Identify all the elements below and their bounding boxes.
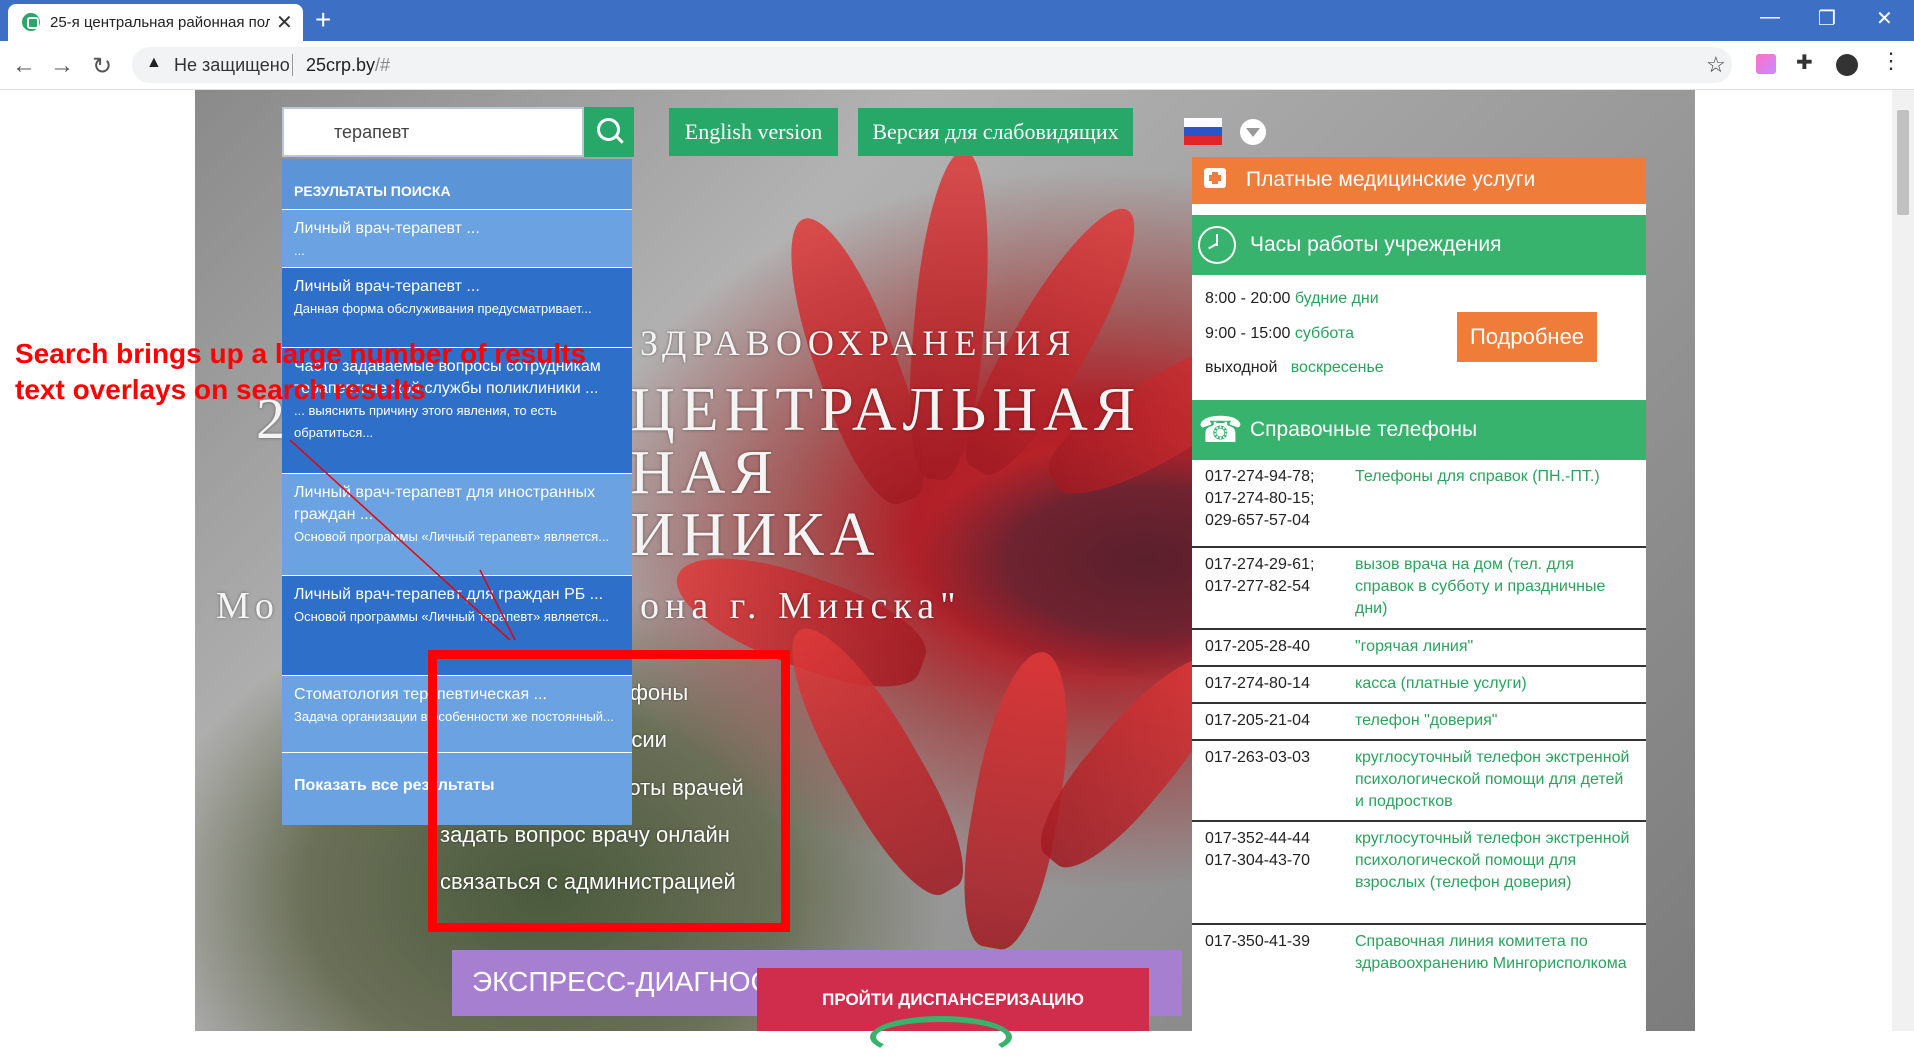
- phone-description: "горячая линия": [1355, 638, 1474, 655]
- phone-description: Справочная линия комитета по здравоохран…: [1355, 933, 1627, 972]
- phone-number[interactable]: 017-352-44-44 017-304-43-70: [1205, 828, 1310, 872]
- phone-number[interactable]: 017-350-41-39: [1205, 931, 1310, 953]
- hours-day: суббота: [1294, 325, 1354, 342]
- phone-number[interactable]: 017-274-29-61; 017-277-82-54: [1205, 554, 1314, 598]
- phone-number[interactable]: 017-274-94-78; 017-274-80-15; 029-657-57…: [1205, 466, 1314, 532]
- work-hours-header: Часы работы учреждения: [1192, 215, 1646, 275]
- work-hours-title: Часы работы учреждения: [1250, 233, 1502, 256]
- phone-row: 017-274-80-14 касса (платные услуги): [1192, 665, 1646, 702]
- phones-table: 017-274-94-78; 017-274-80-15; 029-657-57…: [1192, 460, 1646, 1031]
- paid-services-label: Платные медицинские услуги: [1246, 168, 1536, 191]
- hours-row: 8:00 - 20:00 будние дни: [1205, 290, 1379, 308]
- paid-services-link[interactable]: Платные медицинские услуги: [1192, 157, 1646, 204]
- phones-title: Справочные телефоны: [1250, 418, 1478, 441]
- more-details-button[interactable]: Подробнее: [1457, 312, 1597, 362]
- medkit-icon: [1204, 168, 1226, 188]
- phone-description: вызов врача на дом (тел. для справок в с…: [1355, 556, 1606, 617]
- hours-day: воскресенье: [1290, 359, 1384, 376]
- hours-time: 9:00 - 15:00: [1205, 325, 1291, 342]
- hours-row: выходной воскресенье: [1205, 359, 1384, 377]
- phone-number[interactable]: 017-205-21-04: [1205, 710, 1310, 732]
- phone-description: круглосуточный телефон экстренной психол…: [1355, 749, 1630, 810]
- phone-description: Телефоны для справок (ПН.-ПТ.): [1355, 468, 1600, 485]
- hours-time: выходной: [1205, 359, 1278, 376]
- phone-row: 017-263-03-03 круглосуточный телефон экс…: [1192, 739, 1646, 820]
- phone-description: касса (платные услуги): [1355, 675, 1527, 692]
- phone-row: 017-274-94-78; 017-274-80-15; 029-657-57…: [1192, 460, 1646, 546]
- hours-day: будние дни: [1294, 290, 1379, 307]
- phone-number[interactable]: 017-274-80-14: [1205, 673, 1310, 695]
- phone-row: 017-352-44-44 017-304-43-70 круглосуточн…: [1192, 820, 1646, 923]
- phone-icon: ☎: [1198, 409, 1243, 450]
- phone-row: 017-205-21-04 телефон "доверия": [1192, 702, 1646, 739]
- green-circle-decoration: [870, 1016, 1012, 1058]
- hours-row: 9:00 - 15:00 суббота: [1205, 325, 1354, 343]
- phone-row: 017-205-28-40 "горячая линия": [1192, 628, 1646, 665]
- phones-header: ☎ Справочные телефоны: [1192, 400, 1646, 460]
- phone-number[interactable]: 017-263-03-03: [1205, 747, 1310, 769]
- phone-row: 017-274-29-61; 017-277-82-54 вызов врача…: [1192, 546, 1646, 628]
- phone-description: круглосуточный телефон экстренной психол…: [1355, 830, 1630, 891]
- dispensary-label: ПРОЙТИ ДИСПАНСЕРИЗАЦИЮ: [822, 990, 1084, 1009]
- phone-row: 017-350-41-39 Справочная линия комитета …: [1192, 923, 1646, 1031]
- hours-time: 8:00 - 20:00: [1205, 290, 1291, 307]
- clock-icon: [1198, 226, 1236, 264]
- phone-number[interactable]: 017-205-28-40: [1205, 636, 1310, 658]
- phone-description: телефон "доверия": [1355, 712, 1498, 729]
